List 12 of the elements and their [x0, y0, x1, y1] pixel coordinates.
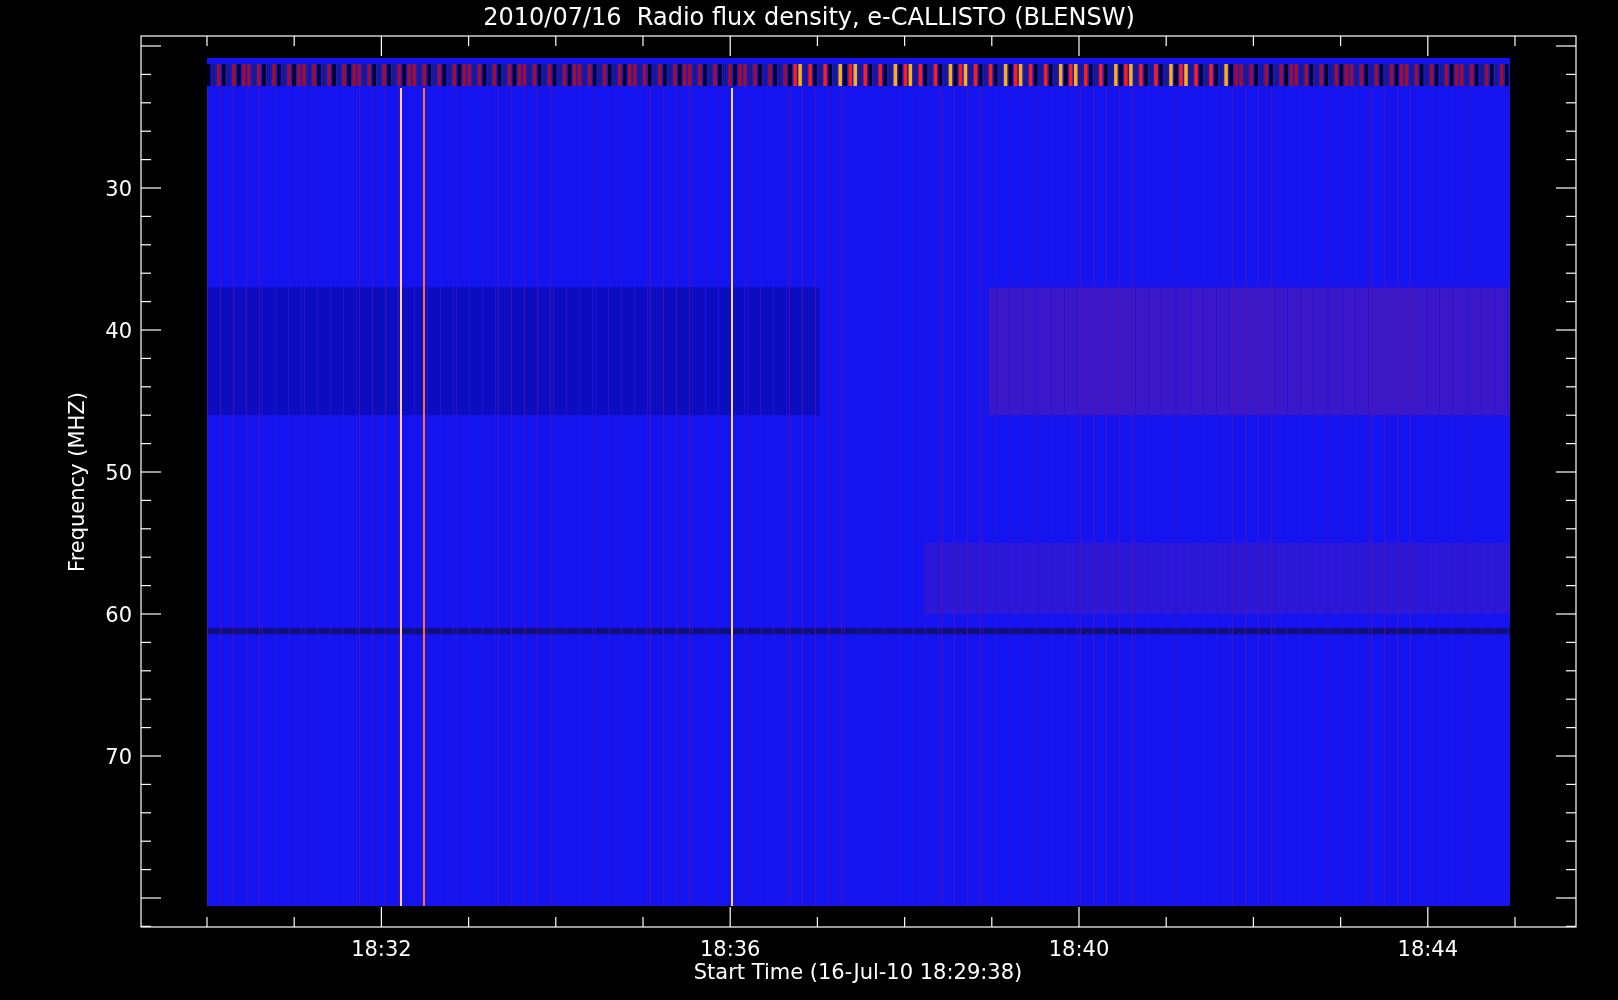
x-tick-label: 18:32	[351, 937, 412, 961]
y-tick-label: 60	[105, 603, 132, 627]
y-tick-label: 50	[105, 461, 132, 485]
y-axis-label: Frequency (MHZ)	[65, 392, 89, 572]
x-tick-label: 18:40	[1048, 937, 1110, 961]
y-tick-label: 30	[105, 177, 132, 201]
x-axis-label: Start Time (16-Jul-10 18:29:38)	[693, 960, 1023, 984]
y-tick-label: 70	[105, 745, 132, 769]
y-tick-label: 40	[105, 319, 132, 343]
plot-title: 2010/07/16 Radio flux density, e-CALLISTO (BLENSW)	[483, 3, 1135, 31]
x-tick-label: 18:36	[699, 937, 761, 961]
x-tick-label: 18:44	[1397, 937, 1459, 961]
